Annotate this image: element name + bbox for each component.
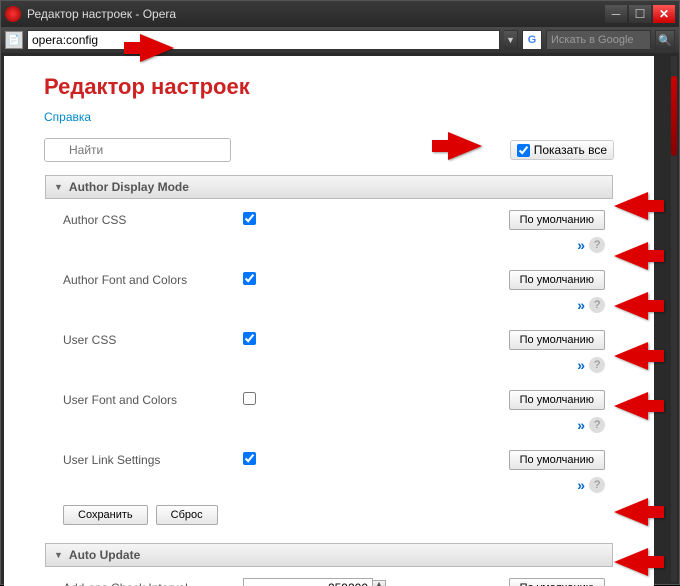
stepper[interactable]: ▲▼ — [372, 580, 386, 586]
show-all-checkbox[interactable]: Показать все — [510, 140, 614, 160]
setting-checkbox[interactable] — [243, 332, 256, 345]
help-icon[interactable]: ? — [589, 477, 605, 493]
page-icon[interactable]: 📄 — [5, 31, 23, 49]
url-dropdown-button[interactable]: ▼ — [504, 30, 518, 50]
setting-row: User Link Settings По умолчанию — [45, 439, 613, 481]
help-icon[interactable]: ? — [589, 357, 605, 373]
window-title: Редактор настроек - Opera — [27, 7, 603, 21]
link-marker-icon[interactable]: » — [577, 357, 585, 373]
annotation-arrow-icon — [614, 242, 648, 270]
setting-label: Author CSS — [53, 213, 243, 227]
step-up-icon[interactable]: ▲ — [372, 580, 386, 586]
find-input[interactable] — [44, 138, 231, 162]
setting-sub-row: » ? — [45, 297, 613, 319]
setting-row: Add-ons Check Interval ▲▼ По умолчанию — [45, 567, 613, 586]
link-marker-icon[interactable]: » — [577, 297, 585, 313]
setting-sub-row: » ? — [45, 357, 613, 379]
browser-search-button[interactable]: 🔍 — [655, 30, 675, 50]
setting-checkbox[interactable] — [243, 392, 256, 405]
help-icon[interactable]: ? — [589, 237, 605, 253]
setting-label: Add-ons Check Interval — [53, 581, 243, 586]
setting-label: Author Font and Colors — [53, 273, 243, 287]
section-header[interactable]: ▼ Author Display Mode — [45, 175, 613, 199]
setting-row: Author CSS По умолчанию — [45, 199, 613, 241]
setting-label: User Link Settings — [53, 453, 243, 467]
help-icon[interactable]: ? — [589, 297, 605, 313]
setting-row: Author Font and Colors По умолчанию — [45, 259, 613, 301]
opera-logo-icon — [5, 6, 21, 22]
default-button[interactable]: По умолчанию — [509, 210, 605, 230]
setting-checkbox[interactable] — [243, 212, 256, 225]
annotation-arrow-icon — [614, 548, 648, 576]
link-marker-icon[interactable]: » — [577, 237, 585, 253]
reset-button[interactable]: Сброс — [156, 505, 218, 525]
annotation-arrow-icon — [614, 392, 648, 420]
url-input[interactable]: opera:config — [27, 30, 500, 50]
scrollbar-thumb[interactable] — [671, 76, 677, 156]
default-button[interactable]: По умолчанию — [509, 390, 605, 410]
section-header[interactable]: ▼ Auto Update — [45, 543, 613, 567]
google-icon[interactable]: G — [522, 30, 542, 50]
page-title: Редактор настроек — [44, 74, 644, 100]
section-title: Author Display Mode — [69, 180, 189, 194]
page-content: Редактор настроек Справка 🔍 Показать все… — [4, 56, 654, 586]
show-all-label: Показать все — [534, 143, 607, 157]
setting-label: User CSS — [53, 333, 243, 347]
setting-label: User Font and Colors — [53, 393, 243, 407]
section-auto-update: ▼ Auto Update Add-ons Check Interval ▲▼ … — [44, 542, 614, 586]
link-marker-icon[interactable]: » — [577, 477, 585, 493]
setting-row: User Font and Colors По умолчанию — [45, 379, 613, 421]
section-buttons: Сохранить Сброс — [45, 499, 613, 531]
default-button[interactable]: По умолчанию — [509, 330, 605, 350]
toolbar: 📄 opera:config ▼ G Искать в Google 🔍 — [1, 27, 679, 53]
show-all-checkbox-input[interactable] — [517, 144, 530, 157]
help-link[interactable]: Справка — [44, 110, 644, 124]
minimize-button[interactable]: ─ — [605, 5, 627, 23]
setting-sub-row: » ? — [45, 417, 613, 439]
collapse-icon: ▼ — [54, 550, 63, 560]
scrollbar[interactable] — [671, 56, 677, 582]
section-author-display-mode: ▼ Author Display Mode Author CSS По умол… — [44, 174, 614, 532]
browser-window: Редактор настроек - Opera ─ ☐ ✕ 📄 opera:… — [0, 0, 680, 585]
titlebar: Редактор настроек - Opera ─ ☐ ✕ — [1, 1, 679, 27]
setting-row: User CSS По умолчанию — [45, 319, 613, 361]
setting-checkbox[interactable] — [243, 272, 256, 285]
annotation-arrow-icon — [614, 292, 648, 320]
close-button[interactable]: ✕ — [653, 5, 675, 23]
setting-sub-row: » ? — [45, 237, 613, 259]
setting-checkbox[interactable] — [243, 452, 256, 465]
default-button[interactable]: По умолчанию — [509, 450, 605, 470]
maximize-button[interactable]: ☐ — [629, 5, 651, 23]
link-marker-icon[interactable]: » — [577, 417, 585, 433]
find-bar: 🔍 Показать все — [44, 138, 614, 162]
collapse-icon: ▼ — [54, 182, 63, 192]
save-button[interactable]: Сохранить — [63, 505, 148, 525]
annotation-arrow-icon — [448, 132, 482, 160]
default-button[interactable]: По умолчанию — [509, 270, 605, 290]
annotation-arrow-icon — [614, 498, 648, 526]
help-icon[interactable]: ? — [589, 417, 605, 433]
browser-search-input[interactable]: Искать в Google — [546, 30, 651, 50]
annotation-arrow-icon — [140, 34, 174, 62]
annotation-arrow-icon — [614, 342, 648, 370]
setting-sub-row: » ? — [45, 477, 613, 499]
annotation-arrow-icon — [614, 192, 648, 220]
section-title: Auto Update — [69, 548, 140, 562]
